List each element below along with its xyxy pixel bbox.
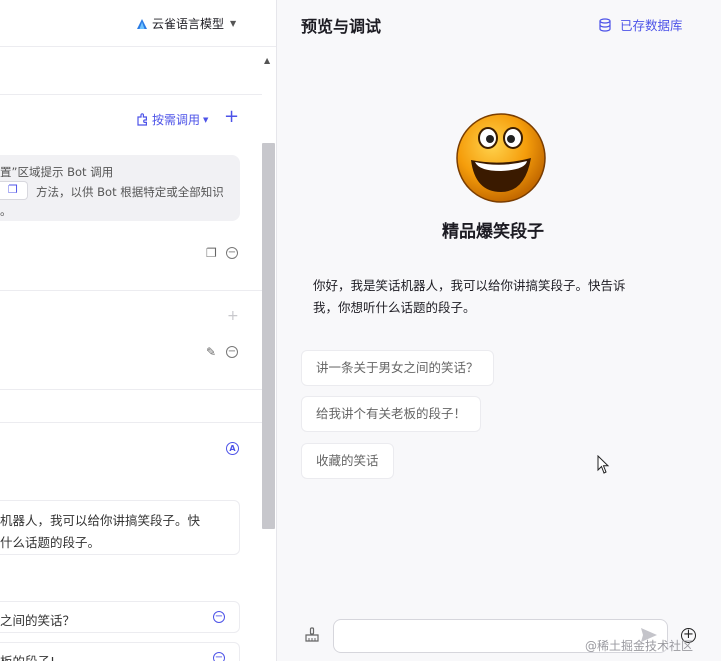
triangle-logo-icon [137,18,147,29]
bot-config-panel: 云雀语言模型 ▼ ▲ 按需调用 ▼ + 置”区域提示 Bot 调用 ❐ 方法，以… [0,0,277,661]
suggestion-chip[interactable]: 收藏的笑话 [301,443,394,479]
page-title: 预览与调试 [301,17,382,36]
model-selector[interactable]: 云雀语言模型 ▼ [136,15,236,32]
suggested-question-text: 板的段子! [0,651,55,661]
remove-icon[interactable]: − [213,652,225,661]
bot-avatar [456,113,546,203]
hint-text: 方法，以供 Bot 根据特定或全部知识 [36,185,224,199]
remove-icon[interactable]: − [226,346,238,358]
preview-panel [277,0,721,661]
suggested-question-row[interactable]: 之间的笑话？ − [0,601,240,633]
chevron-down-icon: ▼ [203,115,209,124]
edit-icon[interactable]: ✎ [206,346,216,358]
mouse-cursor-icon [597,455,610,474]
hint-text: 置”区域提示 Bot 调用 [0,165,114,179]
suggestion-chip[interactable]: 讲一条关于男女之间的笑话？ [301,350,494,386]
on-demand-call-dropdown[interactable]: 按需调用 ▼ [136,111,208,128]
model-selector-label: 云雀语言模型 [152,17,225,31]
chevron-down-icon: ▼ [230,19,237,28]
section-divider [0,389,262,390]
greeting-line: 我，你想听什么话题的段子。 [313,300,476,315]
scroll-up-arrow-icon[interactable]: ▲ [264,56,270,65]
watermark: @稀土掘金技术社区 [585,639,694,653]
suggested-question-row[interactable]: 板的段子! − [0,642,240,661]
opening-message-text: 机器人，我可以给你讲搞笑段子。快 [0,513,201,528]
section-divider [0,94,262,95]
opening-message-text: 什么话题的段子。 [0,535,101,550]
section-divider [0,290,262,291]
copy-icon[interactable]: ❐ [206,247,217,259]
app-root: 云雀语言模型 ▼ ▲ 按需调用 ▼ + 置”区域提示 Bot 调用 ❐ 方法，以… [0,0,721,661]
clear-history-icon[interactable] [304,627,320,647]
suggestion-chip[interactable]: 给我讲个有关老板的段子！ [301,396,482,432]
hint-text: 。 [0,204,12,218]
remove-icon[interactable]: − [226,247,238,259]
copy-icon: ❐ [8,183,18,196]
header-divider [0,46,276,47]
remove-icon[interactable]: − [213,611,225,623]
suggested-question-text: 之间的笑话？ [0,613,76,628]
puzzle-icon [137,113,147,126]
bot-greeting-message: 你好，我是笑话机器人，我可以给你讲搞笑段子。快告诉 我，你想听什么话题的段子。 [313,275,673,319]
greeting-line: 你好，我是笑话机器人，我可以给你讲搞笑段子。快告诉 [313,278,626,293]
scrollbar-thumb[interactable] [262,143,275,529]
add-knowledge-button[interactable]: + [224,108,239,126]
auto-generate-icon[interactable]: A [226,442,239,455]
saved-database-label: 已存数据库 [620,18,683,33]
bot-name: 精品爆笑段子 [442,222,544,242]
left-header: 云雀语言模型 ▼ [0,0,276,46]
database-icon [599,17,611,32]
section-divider [0,422,262,423]
saved-database-button[interactable]: 已存数据库 [598,15,683,34]
on-demand-label: 按需调用 [152,113,201,127]
add-icon[interactable]: + [227,308,239,324]
